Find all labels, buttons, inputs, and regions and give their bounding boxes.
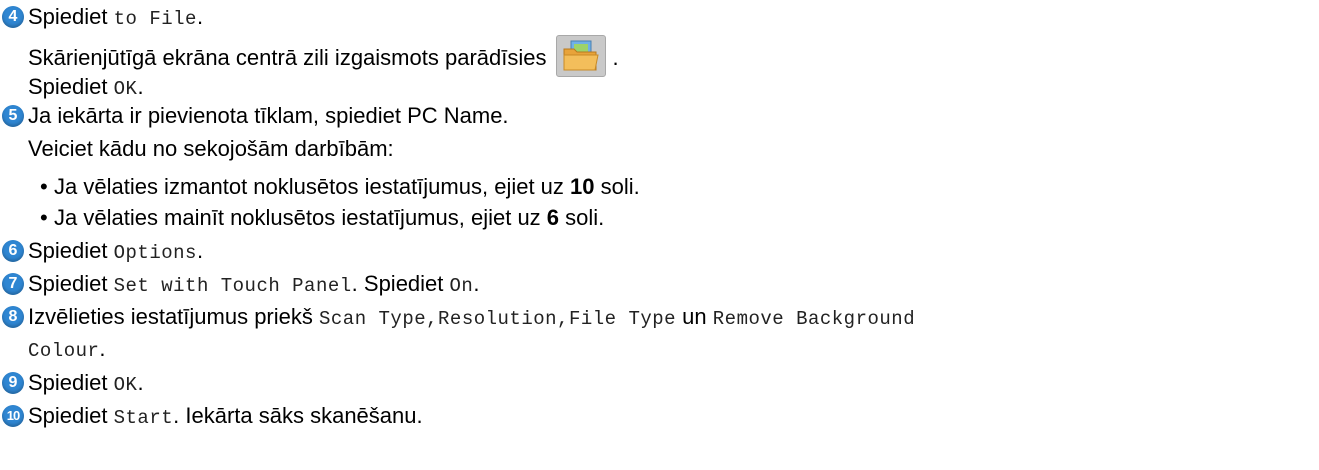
start-code: Start (113, 407, 174, 429)
step-5-text: Ja iekārta ir pievienota tīklam, spiedie… (28, 103, 509, 128)
step-number-5: 5 (2, 105, 24, 127)
ok-code: OK (113, 374, 138, 396)
step-number-8: 8 (2, 306, 24, 328)
step-4-code: to File (113, 8, 197, 30)
instruction-page: 4 Spiediet to File. Skārienjūtīgā ekrāna… (0, 0, 1319, 470)
bullet-icon: • (40, 205, 48, 230)
step-4-text: Spiediet (28, 4, 114, 29)
ok-code: OK (113, 78, 138, 100)
step-number-10: 10 (2, 405, 24, 427)
on-code: On (449, 275, 474, 297)
touch-panel-code: Set with Touch Panel (113, 275, 352, 297)
scan-settings-code: Scan Type,Resolution,File Type (319, 308, 677, 330)
remove-background-code: Remove Background (712, 308, 916, 330)
step-number-7: 7 (2, 273, 24, 295)
bullet-icon: • (40, 174, 48, 199)
options-code: Options (113, 242, 197, 264)
folder-photo-icon (556, 35, 607, 77)
step-number-4: 4 (2, 6, 24, 28)
step-number-6: 6 (2, 240, 24, 262)
step-4-instruction: Skārienjūtīgā ekrāna centrā zili izgaism… (28, 44, 547, 70)
step-number-9: 9 (2, 372, 24, 394)
